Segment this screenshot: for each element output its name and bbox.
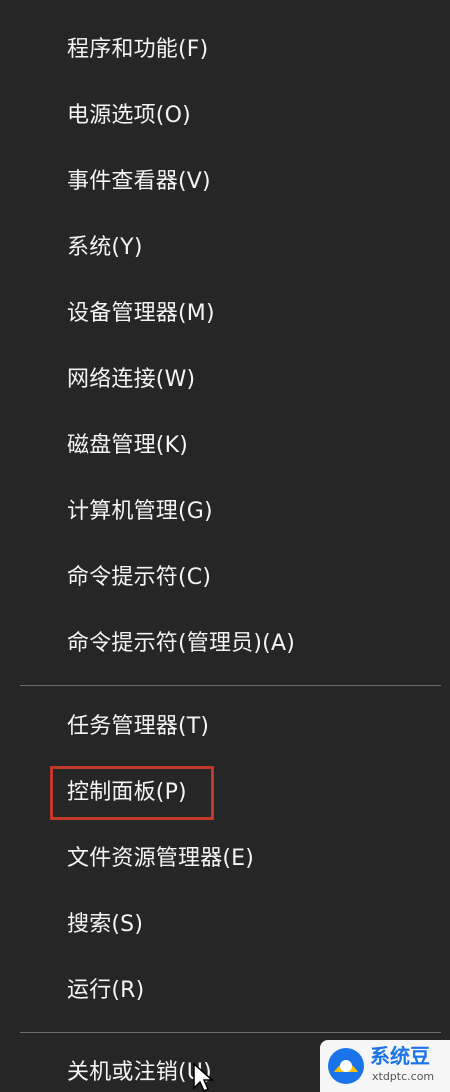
menu-item-network-connections[interactable]: 网络连接(W) xyxy=(67,365,195,395)
menu-item-command-prompt-admin[interactable]: 命令提示符(管理员)(A) xyxy=(67,629,295,659)
menu-divider-1 xyxy=(20,685,441,686)
watermark-site: xtdptc.com xyxy=(372,1070,435,1083)
menu-divider-2 xyxy=(20,1032,441,1033)
menu-item-device-manager[interactable]: 设备管理器(M) xyxy=(67,299,215,329)
menu-item-power-options[interactable]: 电源选项(O) xyxy=(67,101,191,131)
menu-item-event-viewer[interactable]: 事件查看器(V) xyxy=(67,167,211,197)
menu-item-disk-management[interactable]: 磁盘管理(K) xyxy=(67,431,188,461)
winx-context-menu: 程序和功能(F) 电源选项(O) 事件查看器(V) 系统(Y) 设备管理器(M)… xyxy=(0,0,450,1092)
menu-item-command-prompt[interactable]: 命令提示符(C) xyxy=(67,563,211,593)
mouse-cursor-icon xyxy=(193,1062,214,1092)
menu-item-computer-management[interactable]: 计算机管理(G) xyxy=(67,497,213,527)
menu-item-run[interactable]: 运行(R) xyxy=(67,976,144,1006)
menu-item-system[interactable]: 系统(Y) xyxy=(67,233,143,263)
menu-item-task-manager[interactable]: 任务管理器(T) xyxy=(67,712,209,742)
menu-item-control-panel[interactable]: 控制面板(P) xyxy=(67,778,187,808)
watermark: 系统豆 xtdptc.com xyxy=(320,1040,450,1092)
watermark-logo-icon xyxy=(328,1048,364,1084)
menu-item-file-explorer[interactable]: 文件资源管理器(E) xyxy=(67,844,254,874)
watermark-title: 系统豆 xyxy=(370,1044,430,1068)
menu-item-programs-and-features[interactable]: 程序和功能(F) xyxy=(67,35,208,65)
menu-item-search[interactable]: 搜索(S) xyxy=(67,910,143,940)
